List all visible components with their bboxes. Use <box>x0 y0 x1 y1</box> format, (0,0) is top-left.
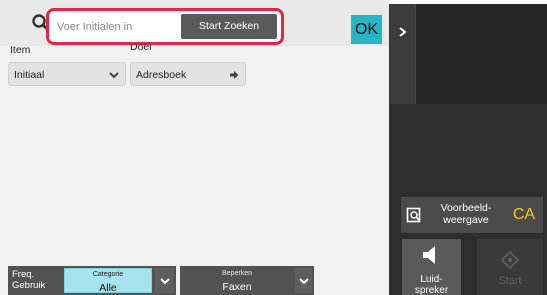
preview-icon <box>406 207 422 223</box>
search-highlight-frame: Start Zoeken <box>46 8 284 45</box>
freq-label-line1: Freq. <box>12 269 35 280</box>
category-value: Alle <box>99 282 117 294</box>
limit-value: Faxen <box>222 281 252 293</box>
speaker-label-line1: Luid- <box>420 274 443 285</box>
item-column-label: Item <box>10 44 31 56</box>
speaker-label-line2: spreker <box>414 285 449 295</box>
ok-button[interactable]: OK <box>351 15 382 44</box>
clear-all-button[interactable]: CA <box>505 197 543 233</box>
doel-dropdown-value: Adresboek <box>136 69 187 81</box>
initials-search-input[interactable] <box>54 14 179 39</box>
category-button[interactable]: Categorie Alle <box>64 268 152 294</box>
chevron-down-icon <box>160 278 170 285</box>
preview-label-line1: Voorbeeld- <box>440 202 492 214</box>
limit-selector[interactable]: Beperken Faxen <box>180 266 314 295</box>
category-dropdown-button[interactable] <box>155 268 174 293</box>
item-dropdown[interactable]: Initiaal <box>8 62 126 86</box>
expand-panel-tab[interactable] <box>389 4 416 104</box>
start-diamond-icon <box>500 250 520 272</box>
preview-area <box>416 4 547 104</box>
doel-column-label: Doel <box>130 44 152 52</box>
search-bar: Start Zoeken OK <box>0 0 389 46</box>
preview-label-line2: weergave <box>443 214 489 226</box>
bottom-bar: Freq. Gebruik Categorie Alle Beperken Fa… <box>0 264 389 295</box>
category-selector: Categorie Alle <box>62 266 176 295</box>
right-panel: Voorbeeld- weergave CA Luid- spreker Sta… <box>389 0 547 295</box>
doel-dropdown[interactable]: Adresboek <box>130 62 246 86</box>
start-search-button[interactable]: Start Zoeken <box>181 14 277 39</box>
limit-dropdown-button[interactable] <box>295 268 312 293</box>
chevron-right-icon <box>399 27 407 37</box>
speaker-button[interactable]: Luid- spreker <box>402 239 461 295</box>
speaker-icon <box>422 245 440 268</box>
arrow-right-icon <box>229 70 239 80</box>
main-panel: Start Zoeken OK Item Doel Initiaal Adres… <box>0 0 389 295</box>
start-button[interactable]: Start <box>477 239 543 295</box>
freq-label-line2: Gebruik <box>12 280 46 291</box>
limit-caption: Beperken <box>222 270 252 277</box>
preview-button[interactable]: Voorbeeld- weergave <box>401 197 511 233</box>
preview-area-lower <box>389 104 547 192</box>
start-label: Start <box>498 275 522 287</box>
chevron-down-icon <box>109 70 119 80</box>
frequent-use-button[interactable]: Freq. Gebruik <box>8 266 62 295</box>
category-caption: Categorie <box>92 271 124 278</box>
chevron-down-icon <box>299 278 309 285</box>
item-dropdown-value: Initiaal <box>14 69 45 81</box>
